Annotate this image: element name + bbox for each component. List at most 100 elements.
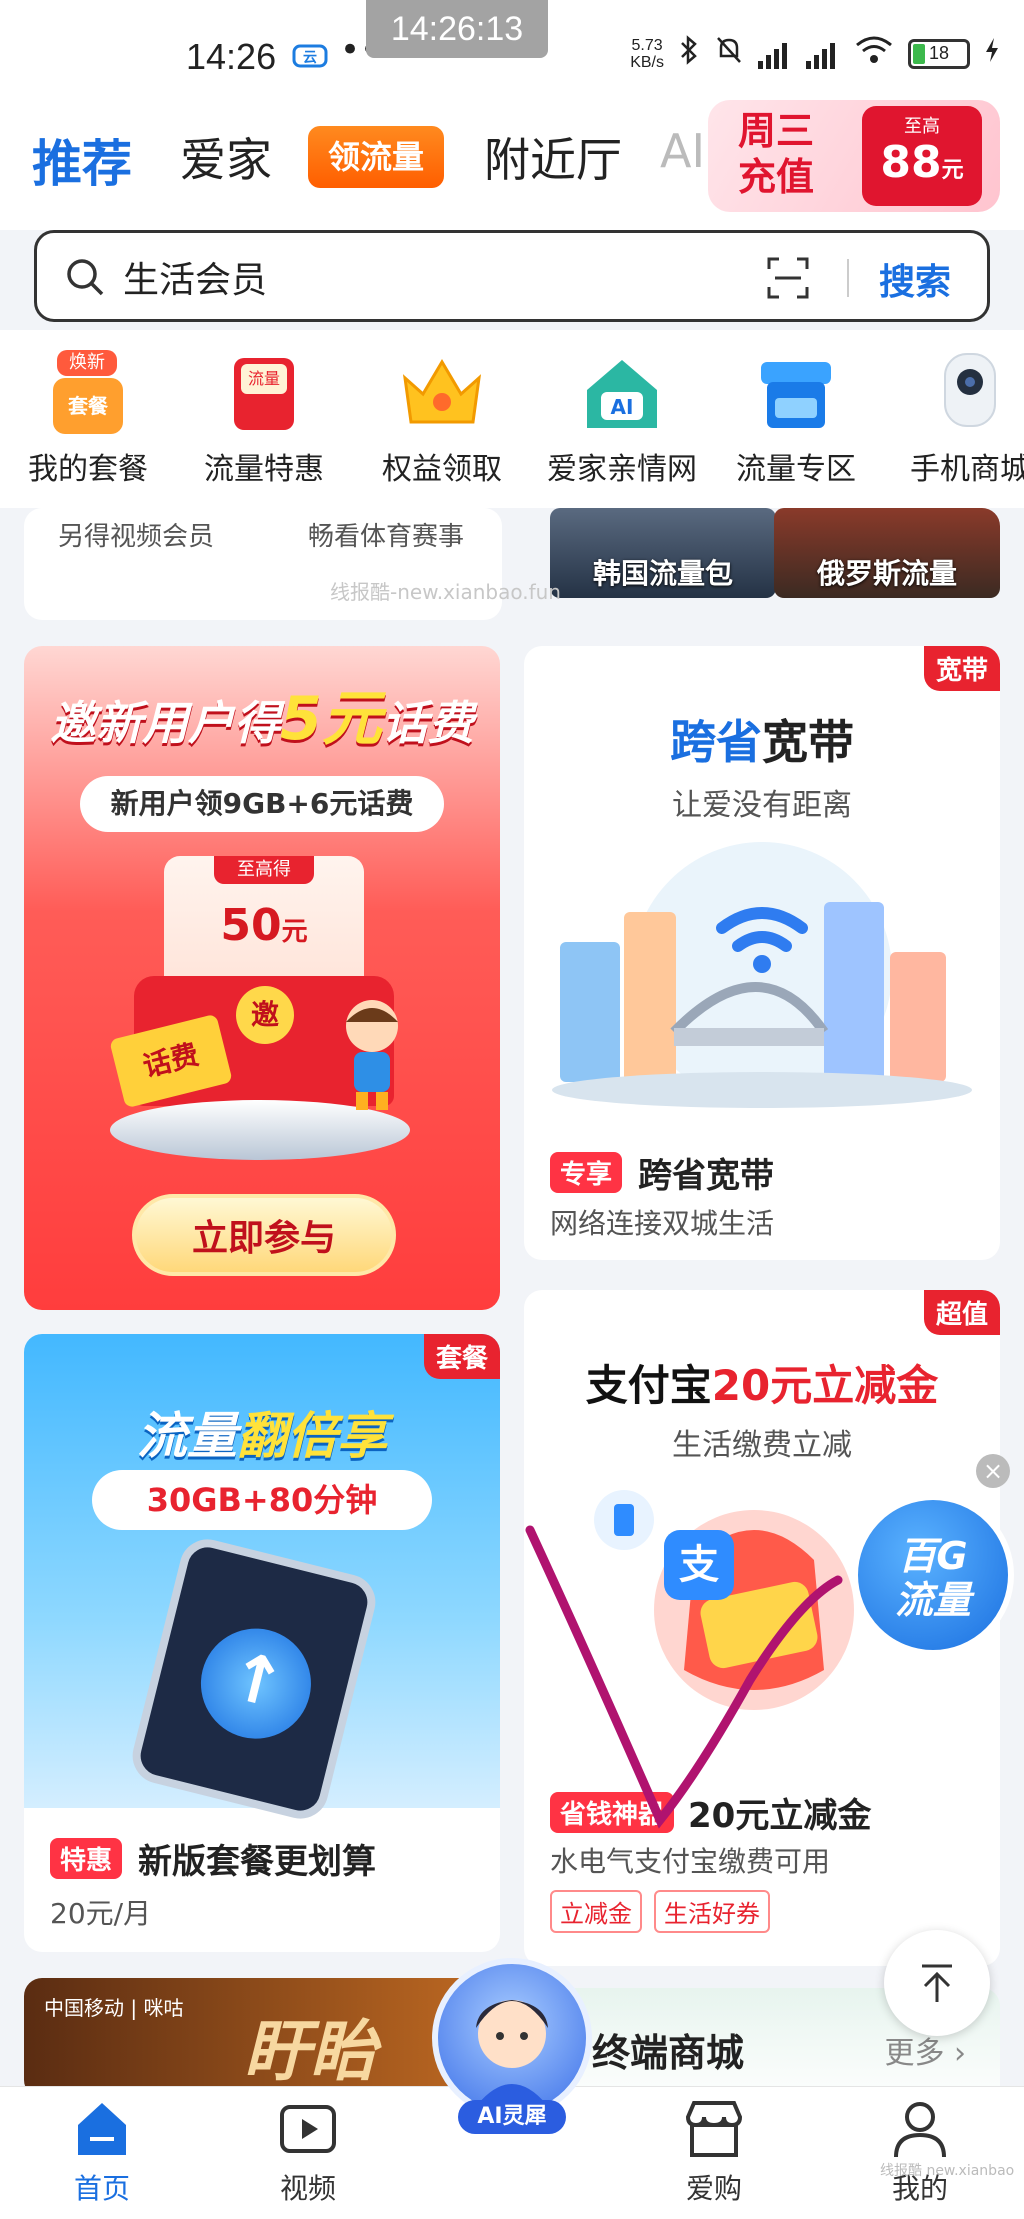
nav-shop[interactable]: 爱购 <box>634 2097 794 2207</box>
alipay-chips: 立减金 生活好券 <box>550 1890 770 1933</box>
bluetooth-icon <box>678 34 700 73</box>
svg-text:AI: AI <box>611 395 634 419</box>
svg-text:支: 支 <box>679 1542 719 1588</box>
signal-sim1-icon <box>758 39 792 69</box>
close-float-icon[interactable]: × <box>976 1454 1010 1488</box>
data-plan-subtitle: 30GB+80分钟 <box>92 1470 432 1530</box>
city-bridge-illustration <box>524 832 1000 1132</box>
shop-data-icon <box>751 348 841 438</box>
search-divider <box>847 259 849 297</box>
nav-home[interactable]: 首页 <box>22 2097 182 2207</box>
status-bar: 14:26 云 ••• 14:26:13 5.73 KB/s 18 <box>0 0 1024 110</box>
corner-watermark: 线报酷 new.xianbao <box>880 2163 1015 2179</box>
russia-roaming-thumb[interactable]: 俄罗斯流量 <box>774 508 1000 598</box>
alipay-description: 水电气支付宝缴费可用 <box>550 1845 831 1878</box>
data-plan-card[interactable]: 流量翻倍享 30GB+80分钟 ↑ 套餐 特惠 新版套餐更划算 20元/月 <box>24 1334 500 1952</box>
mute-bell-icon <box>714 34 744 73</box>
migu-video-card[interactable]: 中国移动 | 咪咕 盱眙 <box>24 1978 500 2098</box>
migu-logo: 中国移动 | 咪咕 <box>44 1996 184 2020</box>
store-icon <box>682 2097 746 2161</box>
status-time: 14:26 <box>186 36 277 77</box>
data-deal-icon: 流量 <box>219 348 309 438</box>
screenshot-time-overlay: 14:26:13 <box>366 0 548 58</box>
alipay-subtitle: 生活缴费立减 <box>672 1428 852 1463</box>
tab-ai[interactable]: AI <box>660 124 705 178</box>
camera-device-icon <box>925 348 1015 438</box>
battery-icon: 18 <box>908 38 970 69</box>
quick-my-plan[interactable]: 焕新 套餐 我的套餐 <box>0 330 178 488</box>
plan-name-row: 特惠 新版套餐更划算 <box>50 1834 376 1883</box>
watermark: 线报酷-new.xianbao.fun <box>330 580 561 604</box>
quick-family-network[interactable]: AI 爱家亲情网 <box>532 330 712 488</box>
invite-subtitle: 新用户领9GB+6元话费 <box>80 776 444 832</box>
quick-data-zone[interactable]: 流量专区 <box>706 330 886 488</box>
wifi-icon <box>854 35 894 72</box>
arrow-up-icon <box>922 1964 952 2002</box>
broadband-corner-tag: 宽带 <box>923 646 1000 691</box>
join-now-button[interactable]: 立即参与 <box>132 1194 396 1276</box>
cross-province-broadband-card[interactable]: 宽带 跨省宽带 让爱没有距离 专享 跨省宽带 网络连接双城生活 <box>524 646 1000 1260</box>
search-input[interactable] <box>123 249 723 305</box>
mascot-kid-icon <box>324 994 420 1114</box>
broadband-description: 网络连接双城生活 <box>550 1207 775 1240</box>
svg-text:云: 云 <box>303 50 317 66</box>
status-icons: 5.73 KB/s 18 <box>630 34 1000 73</box>
special-pill: 特惠 <box>50 1838 123 1879</box>
broadband-subtitle: 让爱没有距离 <box>672 788 852 823</box>
ai-assistant-button[interactable]: AI灵犀 <box>432 1958 592 2138</box>
invite-headline: 邀新用户得5元话费 <box>50 684 474 754</box>
nav-profile[interactable]: 我的 <box>840 2097 1000 2207</box>
quick-data-deals[interactable]: 流量 流量特惠 <box>174 330 354 488</box>
exclusive-pill: 专享 <box>550 1152 623 1193</box>
mall-title: 终端商城 <box>592 2031 745 2075</box>
data-plan-headline: 流量翻倍享 <box>137 1407 387 1465</box>
signal-sim2-icon <box>806 39 840 69</box>
search-bar: 搜索 <box>34 230 990 322</box>
quick-phone-mall[interactable]: 手机商城 <box>880 330 1024 488</box>
saver-pill: 省钱神器 <box>550 1792 675 1833</box>
tab-recommend[interactable]: 推荐 <box>32 124 132 196</box>
chip-discount: 立减金 <box>550 1890 642 1933</box>
broadband-name: 跨省宽带 <box>638 1156 775 1196</box>
alipay-name: 20元立减金 <box>688 1796 872 1836</box>
alipay-title: 支付宝20元立减金 <box>585 1361 939 1410</box>
plan-icon: 焕新 套餐 <box>43 348 133 438</box>
home-icon <box>70 2097 134 2161</box>
tab-get-data[interactable]: 领流量 <box>308 126 444 188</box>
quick-benefits[interactable]: 权益领取 <box>352 330 532 488</box>
home-ai-icon: AI <box>577 348 667 438</box>
roaming-card: 韩国流量包 俄罗斯流量 <box>524 508 1000 620</box>
chip-life-coupon: 生活好券 <box>654 1890 770 1933</box>
promo-badge: 至高 88元 <box>862 106 982 206</box>
korea-roaming-thumb[interactable]: 韩国流量包 <box>550 508 776 598</box>
plan-price: 20元/月 <box>50 1897 152 1930</box>
chevron-right-icon: › <box>954 2036 966 2071</box>
invite-new-user-card[interactable]: 邀新用户得5元话费 新用户领9GB+6元话费 至高得 50元 邀 话费 立即参与 <box>24 646 500 1310</box>
broadband-title: 跨省宽带 <box>670 715 854 769</box>
video-play-icon <box>276 2097 340 2161</box>
alipay-corner-tag: 超值 <box>923 1290 1000 1335</box>
search-button[interactable]: 搜索 <box>879 253 951 305</box>
plan-corner-tag: 套餐 <box>423 1334 500 1379</box>
scan-icon[interactable] <box>767 257 809 299</box>
phone-icon: ↑ <box>126 1533 382 1825</box>
ai-avatar-icon <box>432 1958 592 2118</box>
back-to-top-button[interactable] <box>884 1930 990 2036</box>
plan-name: 新版套餐更划算 <box>138 1842 377 1882</box>
user-icon <box>888 2097 952 2161</box>
promo-title: 周三 充值 <box>738 109 815 199</box>
charging-icon <box>984 36 1000 71</box>
hundred-gb-float-button[interactable]: 百G 流量 <box>852 1494 1014 1656</box>
broadband-name-row: 专享 跨省宽带 <box>550 1148 774 1197</box>
wednesday-recharge-promo[interactable]: 周三 充值 至高 88元 <box>708 100 1000 212</box>
app-notification-icon: 云 <box>292 42 328 70</box>
quick-access-row: 焕新 套餐 我的套餐 流量 流量特惠 权益领取 AI 爱家亲情网 流量专区 手机… <box>0 330 1024 508</box>
tab-nearby-hall[interactable]: 附近厅 <box>484 124 622 190</box>
tab-home-family[interactable]: 爱家 <box>180 124 272 190</box>
crown-icon <box>397 348 487 438</box>
data-plan-banner: 流量翻倍享 30GB+80分钟 ↑ <box>24 1334 500 1825</box>
nav-video[interactable]: 视频 <box>228 2097 388 2207</box>
network-speed: 5.73 KB/s <box>630 36 664 71</box>
alipay-name-row: 省钱神器 20元立减金 <box>550 1788 871 1837</box>
migu-title: 盱眙 <box>244 2013 376 2090</box>
